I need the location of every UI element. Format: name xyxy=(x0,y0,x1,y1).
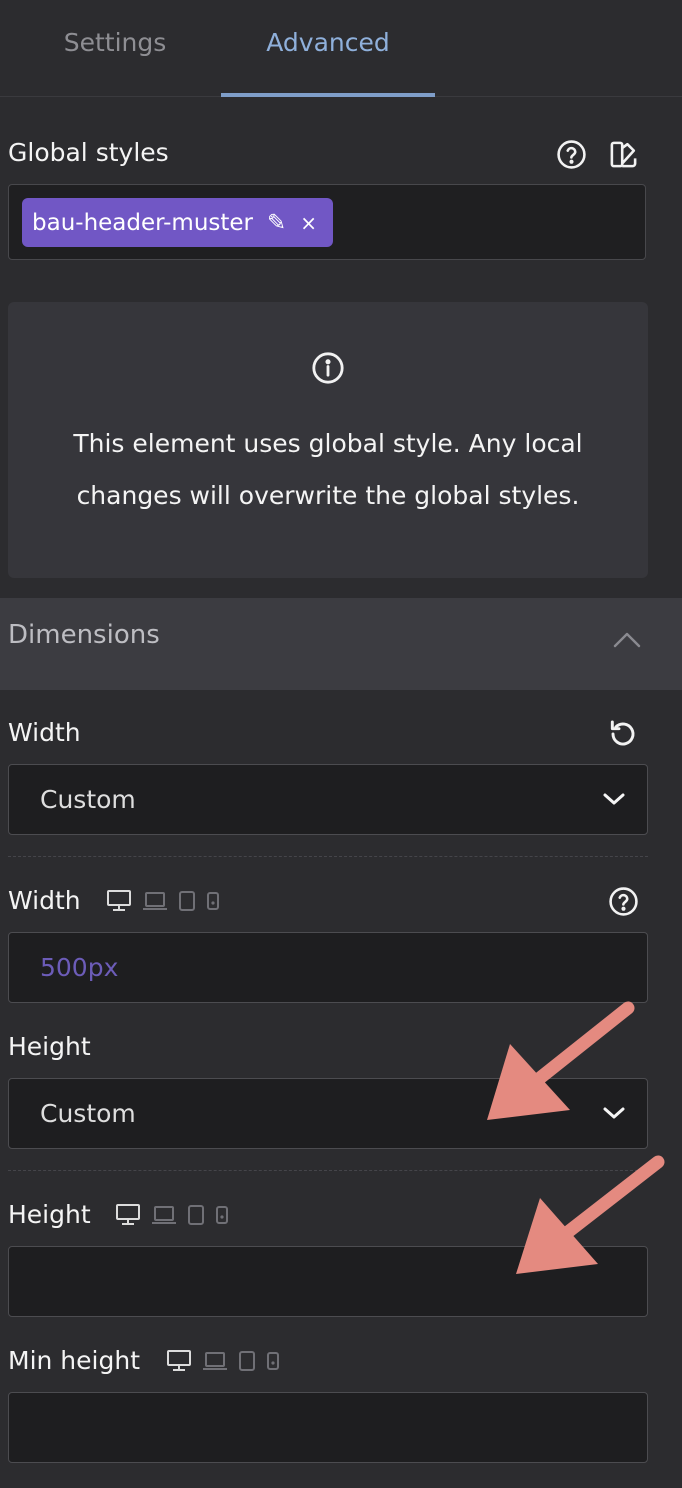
min-height-label: Min height xyxy=(8,1346,140,1375)
info-icon xyxy=(311,351,345,389)
chevron-up-icon[interactable] xyxy=(612,630,642,654)
global-style-notice-text: This element uses global style. Any loca… xyxy=(8,418,648,522)
laptop-icon[interactable] xyxy=(202,1350,228,1372)
height-label: Height xyxy=(8,1200,91,1229)
width-input-value: 500px xyxy=(40,953,119,982)
laptop-icon[interactable] xyxy=(142,890,168,912)
notice-line-1: This element uses global style. Any loca… xyxy=(73,429,583,458)
divider xyxy=(8,856,648,857)
width-mode-label: Width xyxy=(8,718,81,747)
reset-icon[interactable] xyxy=(607,718,639,754)
dimensions-title: Dimensions xyxy=(8,620,160,650)
device-switcher xyxy=(166,1349,280,1373)
mobile-icon[interactable] xyxy=(215,1205,229,1225)
device-switcher xyxy=(106,889,220,913)
tablet-icon[interactable] xyxy=(187,1204,205,1226)
mobile-icon[interactable] xyxy=(266,1351,280,1371)
height-mode-value: Custom xyxy=(40,1099,136,1128)
tablet-icon[interactable] xyxy=(178,890,196,912)
help-circle-icon[interactable] xyxy=(556,139,587,174)
help-circle-icon[interactable] xyxy=(608,886,639,921)
device-switcher xyxy=(115,1203,229,1227)
height-input[interactable] xyxy=(8,1246,648,1317)
tablet-icon[interactable] xyxy=(238,1350,256,1372)
mobile-icon[interactable] xyxy=(206,891,220,911)
desktop-icon[interactable] xyxy=(106,889,132,913)
active-tab-indicator xyxy=(221,93,435,97)
edit-icon[interactable]: ✎ xyxy=(267,210,286,236)
desktop-icon[interactable] xyxy=(166,1349,192,1373)
close-icon[interactable]: × xyxy=(300,211,317,235)
chevron-down-icon xyxy=(601,790,627,812)
global-style-chip[interactable]: bau-header-muster ✎ × xyxy=(22,198,334,247)
laptop-icon[interactable] xyxy=(151,1204,177,1226)
tab-advanced[interactable]: Advanced xyxy=(221,0,435,84)
height-mode-label: Height xyxy=(8,1032,91,1061)
desktop-icon[interactable] xyxy=(115,1203,141,1227)
global-style-chip-label: bau-header-muster xyxy=(32,209,254,236)
tab-settings[interactable]: Settings xyxy=(20,0,210,84)
width-mode-value: Custom xyxy=(40,785,136,814)
min-height-input[interactable] xyxy=(8,1392,648,1463)
style-panel-icon[interactable] xyxy=(608,139,639,174)
notice-line-2: changes will overwrite the global styles… xyxy=(76,481,580,510)
divider xyxy=(8,1170,648,1171)
chevron-down-icon xyxy=(601,1104,627,1126)
global-styles-label: Global styles xyxy=(8,138,169,167)
width-label: Width xyxy=(8,886,81,915)
